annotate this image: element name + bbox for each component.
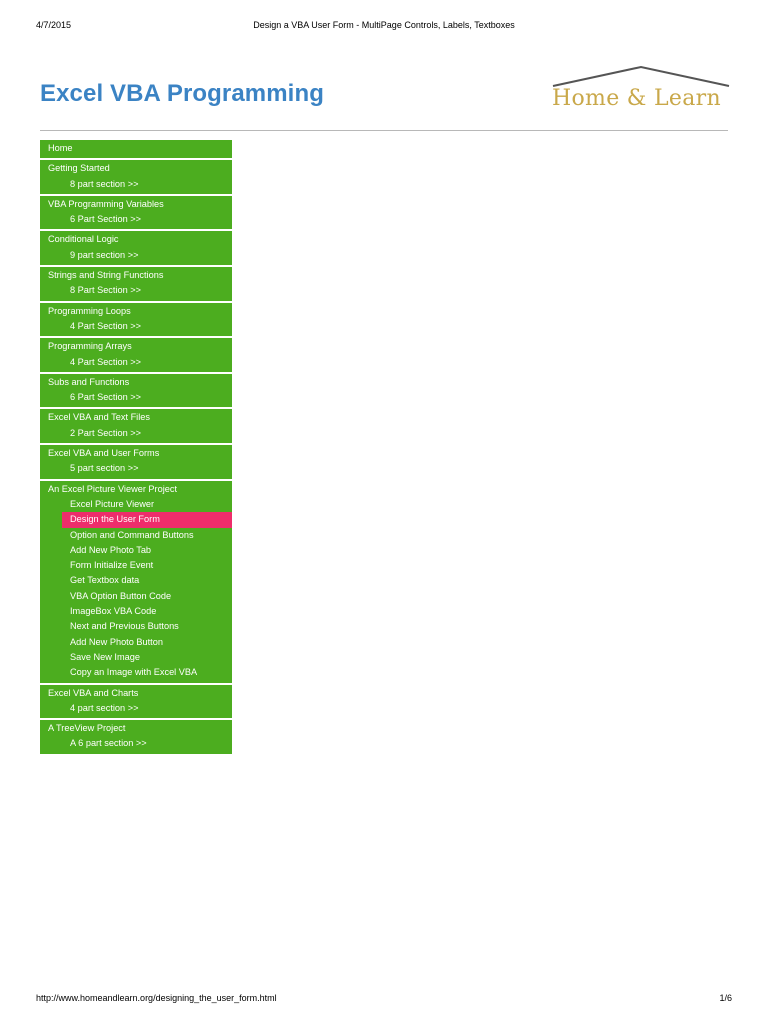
nav-sublink-add-new-photo-button[interactable]: Add New Photo Button xyxy=(40,635,232,650)
page-url: http://www.homeandlearn.org/designing_th… xyxy=(36,993,277,1003)
nav-sublink-vba-option-button-code[interactable]: VBA Option Button Code xyxy=(40,589,232,604)
nav-link-home[interactable]: Home xyxy=(40,141,232,156)
nav-link-a-treeview-project[interactable]: A TreeView Project xyxy=(40,721,232,736)
header-divider xyxy=(40,130,728,131)
nav-sublink-save-new-image[interactable]: Save New Image xyxy=(40,650,232,665)
site-title[interactable]: Excel VBA Programming xyxy=(40,80,324,108)
nav-link-an-excel-picture-viewer-project[interactable]: An Excel Picture Viewer Project xyxy=(40,482,232,497)
nav-sublink-a-6-part-section[interactable]: A 6 part section >> xyxy=(40,736,232,751)
print-footer: http://www.homeandlearn.org/designing_th… xyxy=(36,993,732,1007)
home-and-learn-logo[interactable]: Home & Learn xyxy=(550,64,732,114)
nav-link-subs-and-functions[interactable]: Subs and Functions xyxy=(40,375,232,390)
print-header: 4/7/2015 Design a VBA User Form - MultiP… xyxy=(36,20,732,34)
nav-section-programming-loops: Programming Loops 4 Part Section >> xyxy=(40,302,232,337)
nav-section-excel-vba-and-text-files: Excel VBA and Text Files 2 Part Section >… xyxy=(40,409,232,444)
nav-link-excel-vba-and-charts[interactable]: Excel VBA and Charts xyxy=(40,686,232,701)
nav-section-subs-and-functions: Subs and Functions 6 Part Section >> xyxy=(40,373,232,408)
nav-link-programming-loops[interactable]: Programming Loops xyxy=(40,304,232,319)
nav-section-excel-vba-and-user-forms: Excel VBA and User Forms 5 part section >… xyxy=(40,445,232,479)
nav-section-excel-vba-and-charts: Excel VBA and Charts 4 part section >> xyxy=(40,684,232,719)
nav-link-conditional-logic[interactable]: Conditional Logic xyxy=(40,232,232,247)
nav-link-programming-arrays[interactable]: Programming Arrays xyxy=(40,339,232,354)
nav-section-strings-and-string-functions: Strings and String Functions 8 Part Secti… xyxy=(40,267,232,301)
nav-sublink-6-part-section[interactable]: 6 Part Section >> xyxy=(40,390,232,405)
nav-link-strings-and-string-functions[interactable]: Strings and String Functions xyxy=(40,268,232,283)
nav-section-getting-started: Getting Started 8 part section >> xyxy=(40,160,232,194)
nav-sublink-8-part-section[interactable]: 8 Part Section >> xyxy=(40,283,232,298)
nav-section-a-treeview-project: A TreeView Project A 6 part section >> xyxy=(40,720,232,754)
nav-sublink-4-part-section[interactable]: 4 part section >> xyxy=(40,701,232,716)
logo-text: Home & Learn xyxy=(552,86,721,111)
nav-sublink-excel-picture-viewer[interactable]: Excel Picture Viewer xyxy=(40,497,232,512)
nav-sublink-imagebox-vba-code[interactable]: ImageBox VBA Code xyxy=(40,604,232,619)
nav-sublink-next-and-previous-buttons[interactable]: Next and Previous Buttons xyxy=(40,619,232,634)
sidebar-nav: Home Getting Started 8 part section >> VBA … xyxy=(40,140,232,756)
nav-sublink-active-design-the-user-form[interactable]: Design the User Form xyxy=(62,512,232,528)
nav-section-programming-arrays: Programming Arrays 4 Part Section >> xyxy=(40,338,232,372)
nav-link-getting-started[interactable]: Getting Started xyxy=(40,161,232,176)
nav-sublink-4-part-section[interactable]: 4 Part Section >> xyxy=(40,355,232,370)
nav-link-excel-vba-and-user-forms[interactable]: Excel VBA and User Forms xyxy=(40,446,232,461)
nav-sublink-6-part-section[interactable]: 6 Part Section >> xyxy=(40,212,232,227)
nav-sublink-add-new-photo-tab[interactable]: Add New Photo Tab xyxy=(40,543,232,558)
nav-sublink-4-part-section[interactable]: 4 Part Section >> xyxy=(40,319,232,334)
nav-sublink-9-part-section[interactable]: 9 part section >> xyxy=(40,248,232,263)
nav-section-vba-programming-variables: VBA Programming Variables 6 Part Section … xyxy=(40,195,232,230)
print-page-title: Design a VBA User Form - MultiPage Contr… xyxy=(253,20,515,30)
nav-link-vba-programming-variables[interactable]: VBA Programming Variables xyxy=(40,197,232,212)
nav-section-an-excel-picture-viewer-project: An Excel Picture Viewer Project Excel Pic… xyxy=(40,480,232,683)
nav-section-conditional-logic: Conditional Logic 9 part section >> xyxy=(40,231,232,266)
nav-sublink-2-part-section[interactable]: 2 Part Section >> xyxy=(40,426,232,441)
nav-sublink-8-part-section[interactable]: 8 part section >> xyxy=(40,177,232,192)
nav-sublink-option-and-command-buttons[interactable]: Option and Command Buttons xyxy=(40,528,232,543)
nav-sublink-get-textbox-data[interactable]: Get Textbox data xyxy=(40,573,232,588)
nav-section-home: Home xyxy=(40,140,232,159)
page-number: 1/6 xyxy=(719,993,732,1003)
nav-sublink-5-part-section[interactable]: 5 part section >> xyxy=(40,461,232,476)
nav-sublink-copy-an-image-with-excel-vba[interactable]: Copy an Image with Excel VBA xyxy=(40,665,232,680)
nav-link-excel-vba-and-text-files[interactable]: Excel VBA and Text Files xyxy=(40,410,232,425)
nav-sublink-form-initialize-event[interactable]: Form Initialize Event xyxy=(40,558,232,573)
